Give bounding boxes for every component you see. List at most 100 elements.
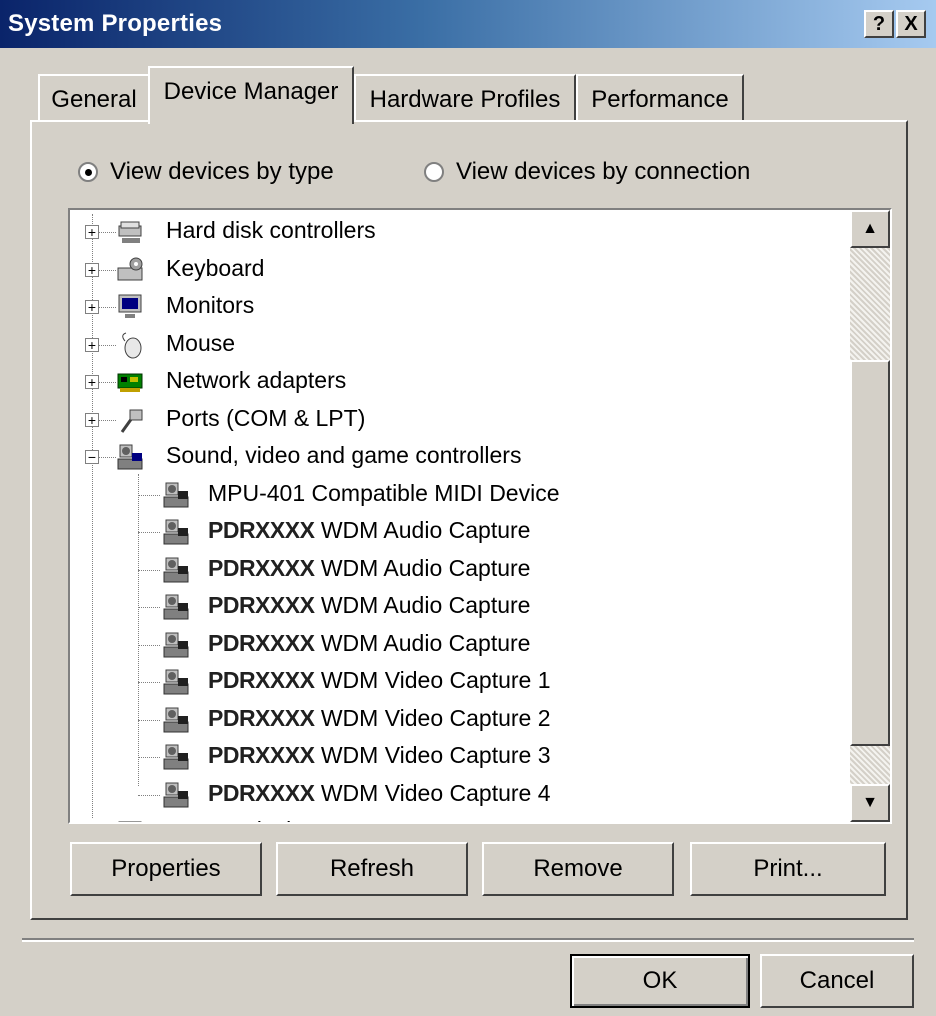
tree-category-label: System devices bbox=[166, 817, 327, 822]
device-prefix: PDRXXXX bbox=[208, 667, 315, 693]
tree-device[interactable]: PDRXXXX WDM Audio Capture bbox=[70, 627, 840, 663]
cancel-button[interactable]: Cancel bbox=[760, 954, 914, 1008]
mouse-icon bbox=[116, 331, 146, 359]
tree-category-label: Monitors bbox=[166, 292, 255, 318]
window-title: System Properties bbox=[8, 10, 223, 37]
tree-category-label: Network adapters bbox=[166, 367, 347, 393]
device-tree-list: + Hard disk controllers + Keyboard + Monitors… bbox=[70, 210, 844, 822]
tree-device[interactable]: PDRXXXX WDM Audio Capture bbox=[70, 552, 840, 588]
device-name: WDM Video Capture 4 bbox=[314, 779, 551, 806]
device-name: WDM Video Capture 2 bbox=[314, 704, 551, 731]
network-adapter-icon bbox=[116, 368, 146, 396]
device-name: WDM Audio Capture bbox=[314, 517, 531, 543]
properties-button[interactable]: Properties bbox=[70, 842, 262, 896]
expand-icon[interactable]: + bbox=[85, 412, 99, 427]
tree-device[interactable]: PDRXXXX WDM Video Capture 3 bbox=[70, 739, 840, 775]
tree-device-label: PDRXXXX WDM Video Capture 3 bbox=[208, 742, 551, 769]
tree-category[interactable]: + Monitors bbox=[70, 289, 840, 325]
device-tree[interactable]: + Hard disk controllers + Keyboard + Monitors… bbox=[68, 208, 892, 824]
tab-device-manager[interactable]: Device Manager bbox=[148, 66, 354, 124]
title-bar[interactable]: System Properties ? X bbox=[0, 0, 936, 48]
vertical-scrollbar[interactable]: ▲ ▼ bbox=[850, 210, 890, 822]
tree-device-label: PDRXXXX WDM Video Capture 2 bbox=[208, 705, 551, 732]
tree-device[interactable]: PDRXXXX WDM Video Capture 4 bbox=[70, 777, 840, 813]
help-button[interactable]: ? bbox=[864, 10, 894, 38]
device-prefix: PDRXXXX bbox=[208, 629, 315, 656]
device-name: WDM Video Capture 3 bbox=[314, 742, 551, 768]
tree-line bbox=[138, 719, 160, 721]
tree-category[interactable]: + Keyboard bbox=[70, 252, 840, 288]
tree-category[interactable]: − Sound, video and game controllers bbox=[70, 439, 840, 475]
tree-category[interactable]: + Network adapters bbox=[70, 364, 840, 400]
remove-button[interactable]: Remove bbox=[482, 842, 674, 896]
keyboard-icon bbox=[116, 256, 146, 284]
tree-category[interactable]: +System devices bbox=[70, 814, 840, 822]
multimedia-device-icon bbox=[162, 481, 192, 509]
tree-category-label: Mouse bbox=[166, 329, 236, 356]
tab-general[interactable]: General bbox=[38, 74, 148, 120]
tree-device-label: PDRXXXX WDM Audio Capture bbox=[208, 630, 530, 657]
tree-category[interactable]: + Ports (COM & LPT) bbox=[70, 402, 840, 438]
port-icon bbox=[116, 406, 146, 434]
tree-device[interactable]: MPU-401 Compatible MIDI Device bbox=[70, 477, 840, 513]
multimedia-device-icon bbox=[162, 706, 192, 734]
tree-device-label: PDRXXXX WDM Audio Capture bbox=[208, 555, 530, 582]
device-prefix: PDRXXXX bbox=[208, 704, 315, 731]
expand-icon[interactable]: + bbox=[85, 337, 99, 352]
device-name: WDM Audio Capture bbox=[314, 554, 531, 581]
scroll-down-arrow-icon[interactable]: ▼ bbox=[850, 784, 890, 822]
multimedia-device-icon bbox=[162, 631, 192, 659]
device-name: MPU-401 Compatible MIDI Device bbox=[208, 479, 560, 506]
tab-performance[interactable]: Performance bbox=[576, 74, 744, 120]
view-by-type-label: View devices by type bbox=[110, 158, 334, 185]
multimedia-device-icon bbox=[162, 556, 192, 584]
device-name: WDM Audio Capture bbox=[314, 629, 531, 656]
tree-category[interactable]: + Mouse bbox=[70, 327, 840, 363]
separator bbox=[22, 938, 914, 942]
tree-line bbox=[138, 682, 160, 683]
tree-device-label: PDRXXXX WDM Video Capture 4 bbox=[208, 780, 551, 807]
tree-line bbox=[138, 569, 160, 571]
ok-button[interactable]: OK bbox=[570, 954, 750, 1008]
tree-device-label: MPU-401 Compatible MIDI Device bbox=[208, 480, 560, 507]
tree-device[interactable]: PDRXXXX WDM Audio Capture bbox=[70, 589, 840, 625]
radio-selected[interactable] bbox=[78, 162, 98, 182]
collapse-icon[interactable]: − bbox=[85, 450, 99, 464]
multimedia-device-icon bbox=[162, 668, 192, 696]
multimedia-device-icon bbox=[162, 743, 192, 771]
tree-line bbox=[138, 757, 160, 758]
tree-line bbox=[138, 494, 160, 496]
system-devices-icon bbox=[116, 818, 146, 822]
expand-icon[interactable]: + bbox=[85, 375, 99, 389]
radio-unselected[interactable] bbox=[424, 162, 444, 182]
tree-category-label: Hard disk controllers bbox=[166, 217, 376, 243]
tree-category[interactable]: + Hard disk controllers bbox=[70, 214, 840, 250]
sound-video-icon bbox=[116, 443, 146, 471]
expand-icon[interactable]: + bbox=[85, 262, 99, 277]
device-prefix: PDRXXXX bbox=[208, 517, 315, 543]
tree-device[interactable]: PDRXXXX WDM Audio Capture bbox=[70, 514, 840, 550]
print-button[interactable]: Print... bbox=[690, 842, 886, 896]
tree-device-label: PDRXXXX WDM Audio Capture bbox=[208, 517, 530, 544]
tree-device[interactable]: PDRXXXX WDM Video Capture 1 bbox=[70, 664, 840, 700]
tree-device[interactable]: PDRXXXX WDM Video Capture 2 bbox=[70, 702, 840, 738]
scroll-up-arrow-icon[interactable]: ▲ bbox=[850, 210, 890, 248]
system-properties-window: System Properties ? X General Device Man… bbox=[0, 0, 936, 1016]
tree-line bbox=[138, 607, 160, 608]
device-prefix: PDRXXXX bbox=[208, 554, 315, 581]
tree-line bbox=[138, 644, 160, 646]
multimedia-device-icon bbox=[162, 518, 192, 546]
tree-category-label: Sound, video and game controllers bbox=[166, 442, 522, 468]
tree-line bbox=[138, 532, 160, 533]
expand-icon[interactable]: + bbox=[85, 225, 99, 239]
refresh-button[interactable]: Refresh bbox=[276, 842, 468, 896]
device-prefix: PDRXXXX bbox=[208, 592, 315, 618]
close-button[interactable]: X bbox=[896, 10, 926, 38]
expand-icon[interactable]: + bbox=[85, 300, 99, 314]
device-prefix: PDRXXXX bbox=[208, 779, 315, 806]
tree-device-label: PDRXXXX WDM Audio Capture bbox=[208, 592, 530, 619]
device-name: WDM Video Capture 1 bbox=[314, 667, 551, 693]
scroll-thumb[interactable] bbox=[850, 360, 890, 746]
disk-controller-icon bbox=[116, 218, 146, 246]
tab-hardware-profiles[interactable]: Hardware Profiles bbox=[354, 74, 576, 120]
